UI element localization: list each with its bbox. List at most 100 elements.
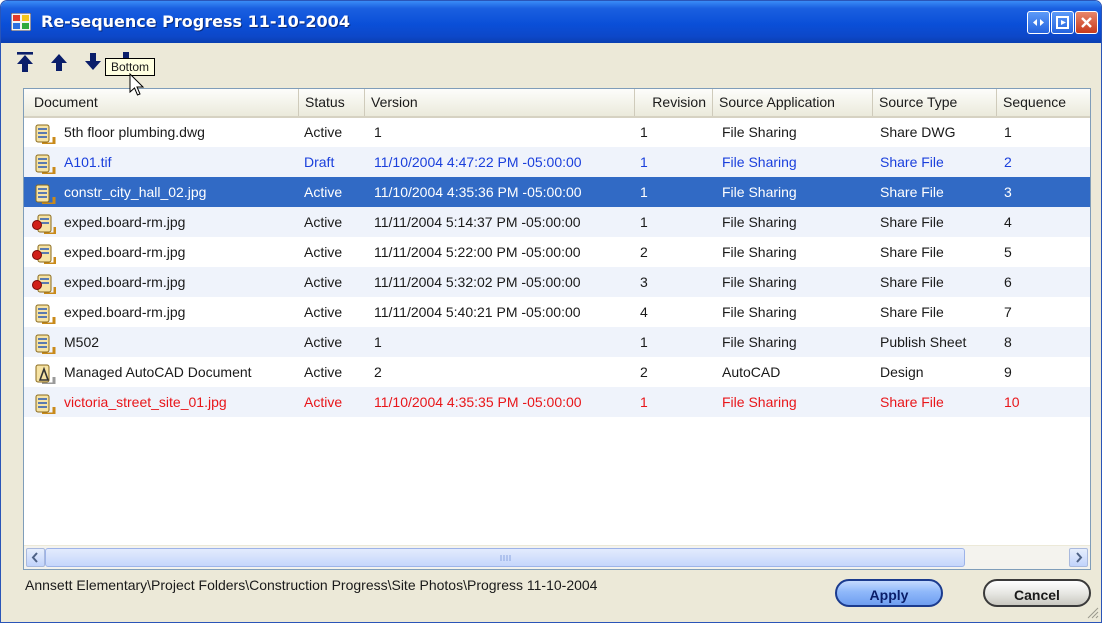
- cell-document: A101.tif: [64, 154, 112, 170]
- cell-source-type: Design: [880, 364, 924, 380]
- cell-status: Active: [304, 244, 343, 260]
- column-header-sequence[interactable]: Sequence: [996, 89, 1090, 116]
- cell-revision: 1: [640, 124, 648, 140]
- cell-source-application: File Sharing: [722, 154, 797, 170]
- column-header-version[interactable]: Version: [364, 89, 634, 116]
- horizontal-scrollbar[interactable]: [24, 545, 1090, 569]
- column-header-revision[interactable]: Revision: [634, 89, 712, 116]
- cell-document: victoria_street_site_01.jpg: [64, 394, 227, 410]
- column-header-source-type[interactable]: Source Type: [872, 89, 996, 116]
- grid-header: Document Status Version Revision Source …: [24, 89, 1090, 118]
- cancel-button[interactable]: Cancel: [983, 579, 1091, 607]
- document-icon: [35, 124, 56, 144]
- cell-revision: 3: [640, 274, 648, 290]
- cell-status: Active: [304, 394, 343, 410]
- scroll-left-button[interactable]: [26, 548, 45, 567]
- cell-status: Active: [304, 124, 343, 140]
- move-up-button[interactable]: [49, 51, 69, 73]
- cell-version: 1: [374, 334, 382, 350]
- cell-status: Active: [304, 274, 343, 290]
- cell-source-application: AutoCAD: [722, 364, 781, 380]
- cell-source-application: File Sharing: [722, 184, 797, 200]
- cell-sequence: 10: [1004, 394, 1020, 410]
- move-down-button[interactable]: [83, 51, 103, 73]
- cell-revision: 4: [640, 304, 648, 320]
- apply-button[interactable]: Apply: [835, 579, 943, 607]
- table-row[interactable]: exped.board-rm.jpg Active 11/11/2004 5:22:…: [24, 237, 1090, 267]
- cell-sequence: 3: [1004, 184, 1012, 200]
- cell-sequence: 2: [1004, 154, 1012, 170]
- document-icon: [35, 184, 56, 204]
- cell-status: Active: [304, 334, 343, 350]
- close-icon: [1081, 17, 1092, 28]
- cell-source-type: Share File: [880, 244, 944, 260]
- document-icon: [35, 334, 56, 354]
- cell-revision: 1: [640, 334, 648, 350]
- table-row[interactable]: exped.board-rm.jpg Active 11/11/2004 5:40:…: [24, 297, 1090, 327]
- move-top-button[interactable]: [15, 51, 35, 73]
- document-icon: [35, 394, 56, 414]
- arrows-icon: [1033, 19, 1044, 26]
- cell-sequence: 1: [1004, 124, 1012, 140]
- folder-path: Annsett Elementary\Project Folders\Const…: [25, 577, 598, 593]
- document-pin-icon: [32, 274, 56, 294]
- cell-revision: 1: [640, 154, 648, 170]
- maximize-button[interactable]: [1051, 11, 1074, 34]
- scrollbar-thumb[interactable]: [45, 548, 965, 567]
- cell-source-application: File Sharing: [722, 304, 797, 320]
- cell-status: Active: [304, 214, 343, 230]
- table-row[interactable]: Managed AutoCAD Document Active 2 2 AutoCAD D…: [24, 357, 1090, 387]
- cell-document: exped.board-rm.jpg: [64, 214, 186, 230]
- cell-sequence: 6: [1004, 274, 1012, 290]
- cell-status: Active: [304, 184, 343, 200]
- document-grid[interactable]: Document Status Version Revision Source …: [23, 88, 1091, 570]
- cell-revision: 1: [640, 394, 648, 410]
- table-row[interactable]: 5th floor plumbing.dwg Active 1 1 File Shari…: [24, 117, 1090, 147]
- restore-button[interactable]: [1027, 11, 1050, 34]
- mouse-cursor-icon: [129, 73, 145, 96]
- title-bar[interactable]: Re-sequence Progress 11-10-2004: [1, 1, 1101, 43]
- cell-version: 11/10/2004 4:35:35 PM -05:00:00: [374, 394, 582, 410]
- window-icon: [1056, 16, 1069, 29]
- cell-version: 11/11/2004 5:32:02 PM -05:00:00: [374, 274, 581, 290]
- cell-source-type: Share File: [880, 214, 944, 230]
- cell-document: constr_city_hall_02.jpg: [64, 184, 207, 200]
- cell-document: exped.board-rm.jpg: [64, 274, 186, 290]
- scroll-right-button[interactable]: [1069, 548, 1088, 567]
- cell-source-application: File Sharing: [722, 274, 797, 290]
- cell-document: Managed AutoCAD Document: [64, 364, 252, 380]
- column-header-status[interactable]: Status: [298, 89, 364, 116]
- cell-version: 11/10/2004 4:47:22 PM -05:00:00: [374, 154, 582, 170]
- table-row[interactable]: exped.board-rm.jpg Active 11/11/2004 5:32:…: [24, 267, 1090, 297]
- cell-version: 11/10/2004 4:35:36 PM -05:00:00: [374, 184, 582, 200]
- cell-version: 2: [374, 364, 382, 380]
- cell-source-type: Share DWG: [880, 124, 956, 140]
- cell-source-type: Share File: [880, 304, 944, 320]
- cell-status: Draft: [304, 154, 335, 170]
- cell-document: exped.board-rm.jpg: [64, 304, 186, 320]
- close-button[interactable]: [1075, 11, 1098, 34]
- column-header-document[interactable]: Document: [24, 89, 298, 116]
- resize-grip-icon[interactable]: [1085, 605, 1099, 619]
- cell-sequence: 7: [1004, 304, 1012, 320]
- table-row[interactable]: constr_city_hall_02.jpg Active 11/10/2004 …: [24, 177, 1090, 207]
- cell-revision: 2: [640, 244, 648, 260]
- cell-source-application: File Sharing: [722, 244, 797, 260]
- grip-icon: [500, 555, 511, 561]
- autocad-document-icon: [35, 364, 56, 384]
- chevron-right-icon: [1076, 552, 1083, 563]
- cell-source-application: File Sharing: [722, 394, 797, 410]
- cell-document: exped.board-rm.jpg: [64, 244, 186, 260]
- cell-status: Active: [304, 304, 343, 320]
- document-icon: [35, 154, 56, 174]
- column-header-source-application[interactable]: Source Application: [712, 89, 872, 116]
- table-row[interactable]: victoria_street_site_01.jpg Active 11/10/2…: [24, 387, 1090, 417]
- table-row[interactable]: M502 Active 1 1 File Sharing Publish Sheet 8: [24, 327, 1090, 357]
- cell-source-application: File Sharing: [722, 214, 797, 230]
- table-row[interactable]: exped.board-rm.jpg Active 11/11/2004 5:14:…: [24, 207, 1090, 237]
- cell-revision: 1: [640, 214, 648, 230]
- cell-version: 11/11/2004 5:14:37 PM -05:00:00: [374, 214, 581, 230]
- table-row[interactable]: A101.tif Draft 11/10/2004 4:47:22 PM -05:0…: [24, 147, 1090, 177]
- cell-revision: 2: [640, 364, 648, 380]
- cell-sequence: 5: [1004, 244, 1012, 260]
